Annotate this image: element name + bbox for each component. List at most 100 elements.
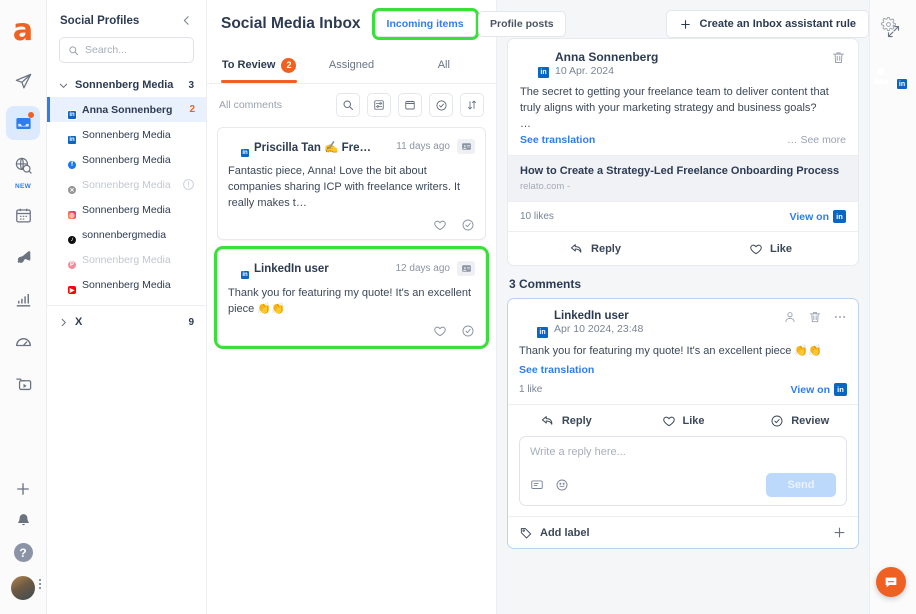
add-label-button[interactable]: Add label [519,526,590,540]
rail-item-media-library[interactable] [6,366,40,400]
sort-button[interactable] [460,93,484,117]
trash-icon[interactable] [808,310,822,324]
comment-reply-button[interactable]: Reply [508,405,625,436]
linkedin-badge-icon: in [896,78,908,90]
status-filter-button[interactable] [429,93,453,117]
reply-input-placeholder[interactable]: Write a reply here... [530,446,836,458]
x-badge-icon: ✕ [67,185,77,195]
comment-review-button[interactable]: Review [741,405,858,436]
avatar[interactable]: in [881,64,905,88]
check-circle-icon[interactable] [461,218,475,232]
see-more-link[interactable]: … See more [787,134,846,146]
comment-type-icon [457,261,475,276]
help-icon[interactable]: ? [14,543,33,562]
comment-like-label: Like [683,415,705,427]
inbox-column: Social Media Inbox Incoming items To Rev… [207,0,497,614]
comment-type-icon [457,139,475,154]
chevron-left-icon[interactable] [180,14,193,27]
megaphone-icon [14,248,33,267]
chat-support-button[interactable] [876,567,906,597]
profile-item-anna-sonnenberg[interactable]: in Anna Sonnenberg 2 [47,97,206,122]
app-logo[interactable]: a [8,16,38,46]
send-button[interactable]: Send [766,473,836,497]
avatar: ♪ [57,226,74,243]
comment-like-button[interactable]: Like [625,405,742,436]
avatar: in [520,50,546,76]
advanced-filter-button[interactable] [367,93,391,117]
profile-item-sonnenbergmedia-tiktok[interactable]: ♪ sonnenbergmedia [47,222,206,247]
reply-box[interactable]: Write a reply here... Send [519,436,847,506]
create-rule-label: Create an Inbox assistant rule [700,18,857,30]
inbox-item-header: in LinkedIn user 12 days ago [228,259,475,278]
rail-item-publishing[interactable] [6,64,40,98]
create-inbox-assistant-rule-button[interactable]: Create an Inbox assistant rule [666,10,870,38]
link-preview-domain: relato.com - [520,181,846,192]
add-label-bar: Add label [508,516,858,548]
profile-item-sonnenberg-media-youtube[interactable]: ▶ Sonnenberg Media [47,272,206,297]
inbox-item[interactable]: in LinkedIn user 12 days ago Thank you f… [217,249,486,346]
see-translation-link[interactable]: See translation [520,134,595,146]
tab-assigned[interactable]: Assigned [305,47,397,83]
post-reply-button[interactable]: Reply [508,232,683,265]
rail-item-inbox[interactable] [6,106,40,140]
profile-item-sonnenberg-media-instagram[interactable]: ◎ Sonnenberg Media [47,197,206,222]
search-input[interactable] [85,44,185,56]
youtube-badge-icon: ▶ [67,285,77,295]
avatar: P [57,251,74,268]
more-dots-icon[interactable] [833,310,847,324]
trash-icon[interactable] [831,50,846,65]
bell-icon[interactable] [15,512,32,529]
warning-icon[interactable] [182,178,195,191]
profile-item-sonnenberg-media-linkedin[interactable]: in Sonnenberg Media [47,122,206,147]
heart-icon[interactable] [433,324,447,338]
linkedin-badge-icon: in [67,110,77,120]
person-icon[interactable] [783,310,797,324]
tab-all[interactable]: All [398,47,490,83]
view-on-linkedin-link[interactable]: View on in [790,210,846,223]
rail-nav-items: NEW [6,64,40,400]
chat-bubble-icon [883,574,899,590]
tab-profile-posts[interactable]: Profile posts [497,11,566,37]
search-filter-button[interactable] [336,93,360,117]
link-preview[interactable]: How to Create a Strategy-Led Freelance O… [508,155,858,201]
profile-item-sonnenberg-media-facebook[interactable]: f Sonnenberg Media [47,147,206,172]
profile-group-sonnenberg-media[interactable]: Sonnenberg Media 3 [47,73,206,97]
comment-see-translation-link[interactable]: See translation [508,359,858,376]
rail-item-calendar[interactable] [6,198,40,232]
comment-author-block: LinkedIn user Apr 10 2024, 23:48 [554,310,643,335]
check-circle-icon[interactable] [461,324,475,338]
view-on-label: View on [791,384,830,396]
avatar: ◎ [57,201,74,218]
avatar-icon[interactable] [11,576,35,600]
post-actions: Reply Like [508,231,858,265]
comment-view-on-linkedin-link[interactable]: View on in [791,383,847,396]
date-filter-button[interactable] [398,93,422,117]
sidebar-header: Social Profiles [47,0,206,35]
plus-icon[interactable] [832,525,847,540]
tab-to-review[interactable]: To Review 2 [213,47,305,83]
linkedin-badge-icon: in [536,326,549,339]
rail-item-ads[interactable] [6,240,40,274]
comment-header-icons [783,310,847,324]
tab-incoming-items[interactable]: Incoming items [375,11,476,37]
comment-actions: Reply Like Review [508,404,858,436]
calendar-icon [14,206,33,225]
heart-icon[interactable] [433,218,447,232]
search-box[interactable] [59,37,194,63]
profile-item-sonnenberg-media-x[interactable]: ✕ Sonnenberg Media [47,172,206,197]
paper-plane-icon [14,72,33,91]
avatar: f [57,151,74,168]
sidebar-search-wrap [47,35,206,73]
chevron-right-icon [58,317,69,328]
plus-icon[interactable] [14,480,32,498]
rail-item-monitoring[interactable] [6,324,40,358]
post-card: in Anna Sonnenberg 10 Apr. 2024 The secr… [507,38,859,266]
saved-replies-icon[interactable] [530,478,544,492]
profile-group-x[interactable]: X 9 [47,305,206,338]
profile-item-sonnenberg-media-pinterest[interactable]: P Sonnenberg Media [47,247,206,272]
post-like-button[interactable]: Like [683,232,858,265]
inbox-item[interactable]: in Priscilla Tan ✍ Fre… 11 days ago Fant… [217,127,486,240]
rail-item-reports[interactable] [6,282,40,316]
emoji-icon[interactable] [555,478,569,492]
rail-item-listening[interactable]: NEW [6,148,40,182]
